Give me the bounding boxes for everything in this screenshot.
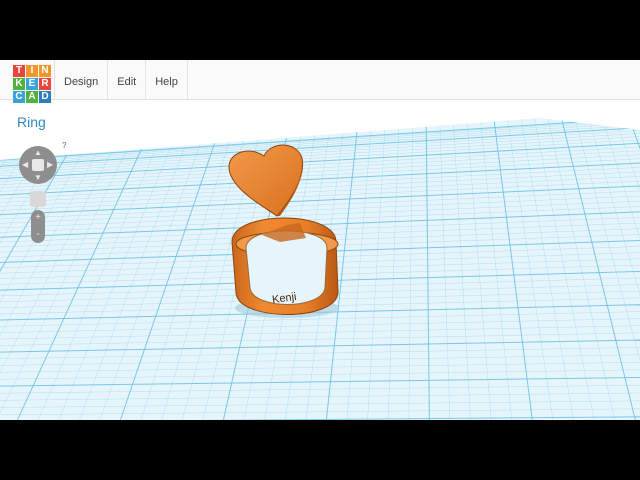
logo-letter: D [39,91,51,103]
logo-letter: C [13,91,25,103]
logo-letter: A [26,91,38,103]
logo-letter: T [13,65,25,77]
orbit-right-icon[interactable]: ▶ [47,161,53,169]
zoom-in-icon[interactable]: + [31,213,45,223]
logo-letter: N [39,65,51,77]
help-icon[interactable]: ? [62,141,66,150]
zoom-out-icon[interactable]: - [31,230,45,240]
orbit-left-icon[interactable]: ◀ [22,161,28,169]
menu-edit[interactable]: Edit [108,60,147,99]
logo-letter: K [13,78,25,90]
design-title[interactable]: Ring [17,114,46,130]
menu-help[interactable]: Help [146,60,188,99]
view-orbit-control[interactable]: ▲ ▼ ◀ ▶ [19,146,57,184]
menu-design[interactable]: Design [54,60,109,99]
logo-letter: I [26,65,38,77]
orbit-down-icon[interactable]: ▼ [34,174,42,182]
fit-view-button[interactable] [30,191,46,207]
tinkercad-logo[interactable]: TIN KER CAD [13,65,51,103]
orbit-up-icon[interactable]: ▲ [34,149,42,157]
logo-letter: R [39,78,51,90]
workplane[interactable]: Kenji [0,60,640,420]
main-menu: Design Edit Help [54,60,188,99]
top-toolbar: TIN KER CAD Design Edit Help [0,60,640,103]
letterbox-bottom [0,420,640,480]
letterbox-top [0,0,640,60]
zoom-control: + - [31,210,45,243]
home-view-icon[interactable] [32,159,44,171]
logo-letter: E [26,78,38,90]
tinkercad-app: Kenji TIN KER CAD Design Edit Help Ring ▲ … [0,60,640,420]
